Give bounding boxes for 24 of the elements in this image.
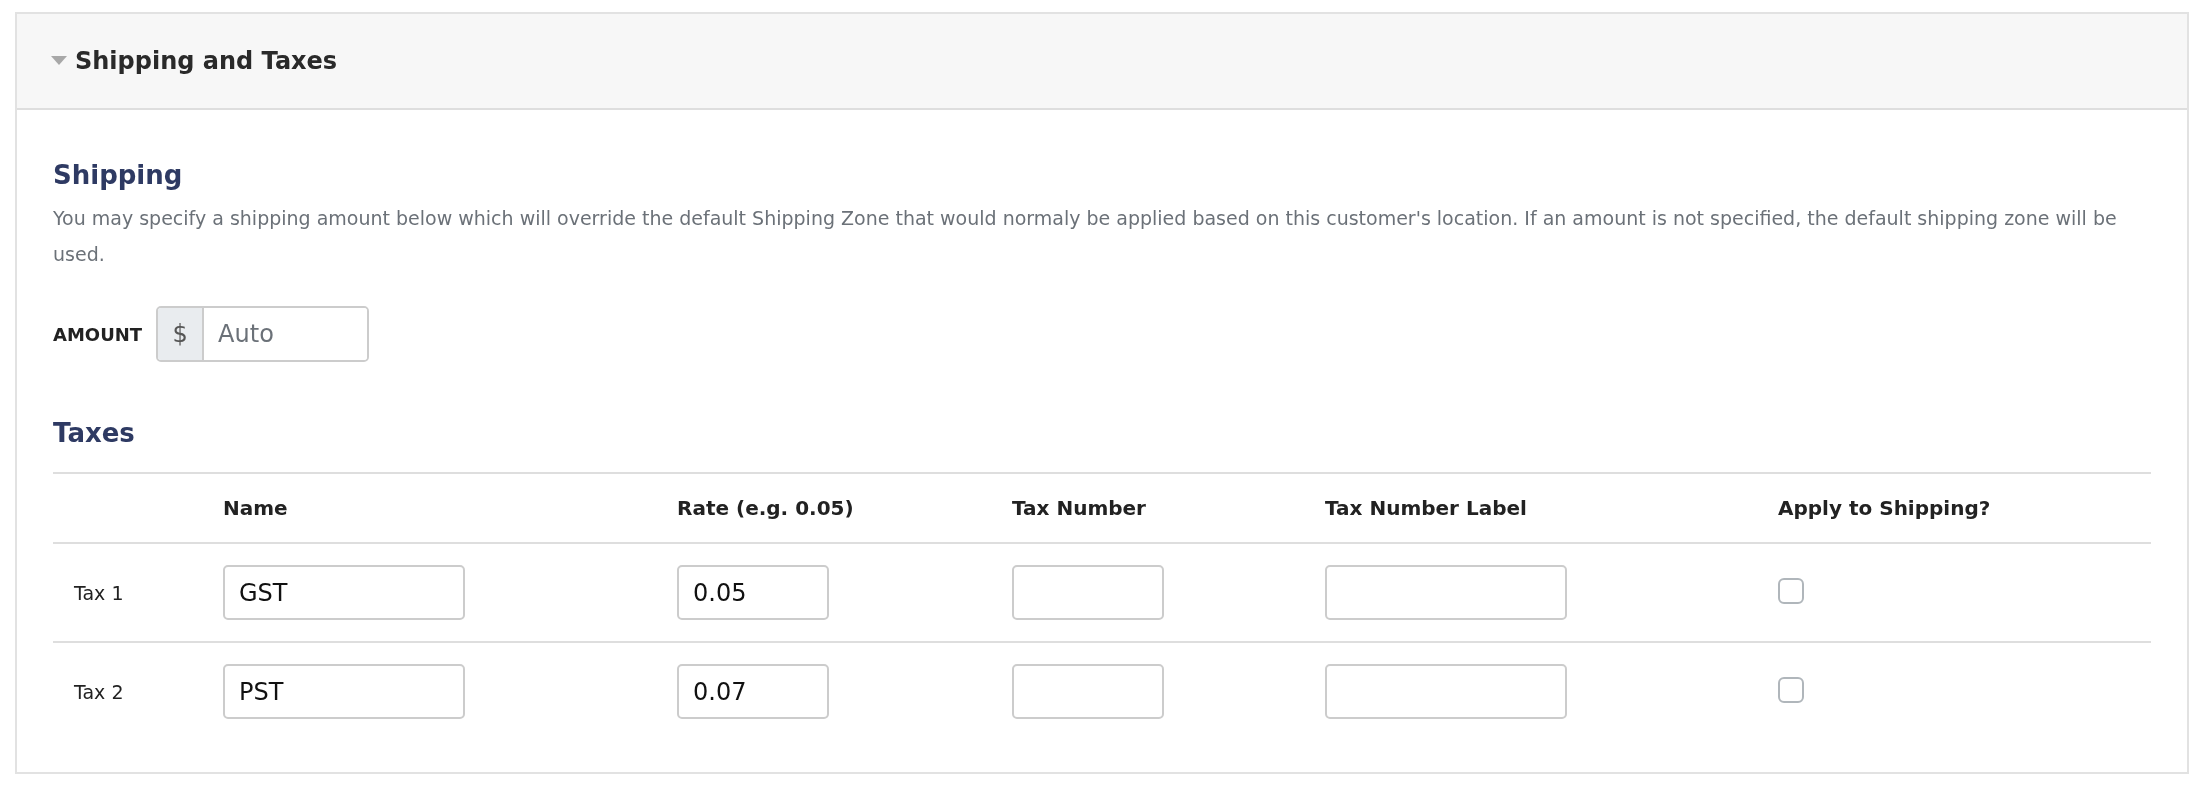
description-text: You may specify a shipping amount below which will override the default Shipping Zone that would normaly be applied based on this customer's location. If an amount is not specified, the default shipping zone will be used. (53, 206, 2118, 267)
name-input[interactable]: PST (223, 664, 465, 719)
row-label: Tax 1 (74, 581, 124, 604)
panel-title[interactable]: Shipping and Taxes (75, 47, 338, 75)
name-input[interactable]: GST (223, 565, 465, 620)
row-label: Tax 2 (74, 680, 124, 703)
tax-number-label-input[interactable] (1325, 664, 1567, 719)
rate-input[interactable]: 0.05 (677, 565, 829, 620)
caret-icon[interactable] (51, 56, 67, 66)
column-header: Rate (e.g. 0.05) (677, 496, 854, 520)
checkbox[interactable] (1778, 676, 1804, 703)
rate-input[interactable]: 0.07 (677, 664, 829, 719)
amount-label: AMOUNT (53, 323, 143, 345)
tax-number-label-input[interactable] (1325, 565, 1567, 620)
amount-field[interactable]: $ Auto (156, 306, 370, 362)
checkbox[interactable] (1778, 577, 1804, 604)
tax-number-input[interactable] (1012, 664, 1164, 719)
column-header: Tax Number (1012, 496, 1146, 520)
section-heading: Shipping (53, 160, 184, 190)
section-heading: Taxes (53, 418, 136, 448)
column-header: Apply to Shipping? (1778, 496, 1991, 520)
column-header: Name (223, 496, 288, 520)
tax-number-input[interactable] (1012, 565, 1164, 620)
column-header: Tax Number Label (1325, 496, 1527, 520)
